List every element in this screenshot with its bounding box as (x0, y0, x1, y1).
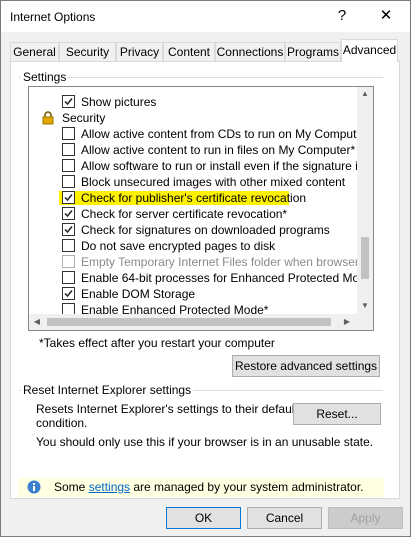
tab-programs[interactable]: Programs (285, 42, 341, 61)
setting-label: Enable DOM Storage (81, 287, 196, 301)
checkbox-checked[interactable] (62, 95, 75, 108)
setting-label: Do not save encrypted pages to disk (81, 239, 276, 253)
checkbox[interactable] (62, 271, 75, 284)
internet-options-dialog: Internet Options ? ✕ General Security Pr… (0, 0, 411, 537)
setting-label: Check for publisher's certificate revoca… (81, 191, 307, 205)
checkmark-icon (64, 290, 73, 298)
setting-row[interactable]: Allow active content to run in files on … (29, 142, 357, 158)
checkmark-icon (64, 98, 73, 106)
tab-security[interactable]: Security (59, 42, 116, 61)
title-bar[interactable]: Internet Options ? ✕ (1, 1, 410, 32)
checkmark-icon (64, 194, 73, 202)
setting-row[interactable]: Enable DOM Storage (29, 286, 357, 302)
scroll-down-arrow-icon[interactable]: ▼ (357, 301, 373, 310)
checkbox[interactable] (62, 239, 75, 252)
tab-privacy[interactable]: Privacy (116, 42, 163, 61)
settings-group-line (19, 77, 383, 78)
checkbox-checked[interactable] (62, 191, 75, 204)
setting-label: Allow active content to run in files on … (81, 143, 356, 157)
checkbox[interactable] (62, 127, 75, 140)
checkmark-icon (64, 210, 73, 218)
setting-label: Check for server certificate revocation* (81, 207, 288, 221)
tab-general[interactable]: General (10, 42, 59, 61)
reset-description-line-2: condition. (36, 416, 88, 430)
setting-row[interactable]: Do not save encrypted pages to disk (29, 238, 357, 254)
reset-button[interactable]: Reset... (293, 403, 381, 425)
horizontal-scroll-thumb[interactable] (47, 318, 331, 326)
restore-advanced-settings-button[interactable]: Restore advanced settings (232, 355, 380, 377)
scroll-right-arrow-icon[interactable]: ▶ (339, 317, 355, 326)
vertical-scroll-thumb[interactable] (361, 237, 369, 279)
setting-row[interactable]: Enable 64-bit processes for Enhanced Pro… (29, 270, 373, 286)
setting-row[interactable]: Empty Temporary Internet Files folder wh… (29, 254, 373, 270)
setting-label: Security (62, 111, 106, 125)
checkbox[interactable] (62, 255, 75, 268)
setting-label: Allow active content from CDs to run on … (81, 127, 372, 141)
tab-advanced[interactable]: Advanced (341, 39, 398, 62)
reset-description-line-1: Resets Internet Explorer's settings to t… (36, 402, 298, 416)
managed-suffix: are managed by your system administrator… (130, 480, 364, 494)
managed-prefix: Some (54, 480, 89, 494)
tab-content[interactable]: Content (163, 42, 215, 61)
scroll-left-arrow-icon[interactable]: ◀ (29, 317, 45, 326)
setting-label: Empty Temporary Internet Files folder wh… (81, 255, 374, 269)
managed-settings-text: Some settings are managed by your system… (54, 480, 363, 494)
checkbox[interactable] (62, 175, 75, 188)
checkmark-icon (64, 226, 73, 234)
window-title: Internet Options (10, 10, 96, 24)
scroll-up-arrow-icon[interactable]: ▲ (357, 89, 373, 98)
checkbox-checked[interactable] (62, 223, 75, 236)
checkbox[interactable] (62, 143, 75, 156)
category-row: Security (29, 110, 357, 126)
setting-row[interactable]: Allow active content from CDs to run on … (29, 126, 372, 142)
reset-group-label: Reset Internet Explorer settings (21, 383, 194, 397)
horizontal-scrollbar[interactable]: ◀ ▶ (29, 314, 373, 330)
setting-label: Block unsecured images with other mixed … (81, 175, 346, 189)
lock-icon (42, 111, 54, 125)
cancel-button[interactable]: Cancel (247, 507, 322, 529)
restart-footnote: *Takes effect after you restart your com… (39, 336, 275, 350)
checkbox-checked[interactable] (62, 287, 75, 300)
setting-row[interactable]: Check for signatures on downloaded progr… (29, 222, 357, 238)
checkbox-checked[interactable] (62, 207, 75, 220)
settings-link[interactable]: settings (89, 480, 130, 494)
reset-warning: You should only use this if your browser… (36, 435, 374, 449)
setting-row[interactable]: Allow software to run or install even if… (29, 158, 373, 174)
info-icon (27, 480, 41, 494)
setting-label: Enable 64-bit processes for Enhanced Pro… (81, 271, 374, 285)
close-button[interactable]: ✕ (371, 5, 401, 27)
help-button[interactable]: ? (327, 5, 357, 27)
setting-label: Check for signatures on downloaded progr… (81, 223, 330, 237)
ok-button[interactable]: OK (166, 507, 241, 529)
managed-settings-infobar: Some settings are managed by your system… (18, 478, 384, 497)
apply-button[interactable]: Apply (328, 507, 403, 529)
settings-tree[interactable]: Show pictures Security Allow active conten… (28, 86, 374, 331)
tab-connections[interactable]: Connections (215, 42, 285, 61)
setting-row[interactable]: Block unsecured images with other mixed … (29, 174, 357, 190)
checkbox[interactable] (62, 159, 75, 172)
setting-row[interactable]: Check for publisher's certificate revoca… (29, 190, 357, 206)
setting-label: Show pictures (81, 95, 157, 109)
setting-row[interactable]: Check for server certificate revocation* (29, 206, 357, 222)
setting-row[interactable]: Show pictures (29, 94, 357, 110)
setting-label: Allow software to run or install even if… (81, 159, 374, 173)
vertical-scrollbar[interactable]: ▲ ▼ (357, 87, 373, 315)
settings-group-label: Settings (21, 70, 69, 84)
